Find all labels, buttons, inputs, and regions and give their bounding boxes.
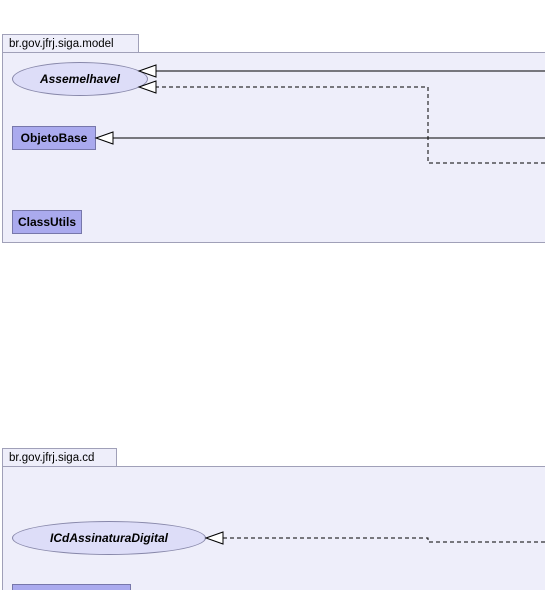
diagram-canvas: br.gov.jfrj.siga.model Assemelhavel Obje… (0, 0, 545, 590)
interface-label: ICdAssinaturaDigital (49, 531, 169, 545)
interface-assemelhavel[interactable]: Assemelhavel (12, 62, 148, 96)
class-objetobase[interactable]: ObjetoBase (12, 126, 96, 150)
package-name: br.gov.jfrj.siga.cd (9, 452, 95, 464)
package-tab-cd: br.gov.jfrj.siga.cd (2, 448, 117, 466)
package-name: br.gov.jfrj.siga.model (9, 38, 114, 50)
class-label: ObjetoBase (20, 131, 88, 145)
interface-icdassinaturadigital[interactable]: ICdAssinaturaDigital (12, 521, 206, 555)
class-partial[interactable] (12, 584, 131, 590)
interface-label: Assemelhavel (39, 72, 121, 86)
package-tab-model: br.gov.jfrj.siga.model (2, 34, 139, 52)
class-label: ClassUtils (17, 215, 77, 229)
class-classutils[interactable]: ClassUtils (12, 210, 82, 234)
